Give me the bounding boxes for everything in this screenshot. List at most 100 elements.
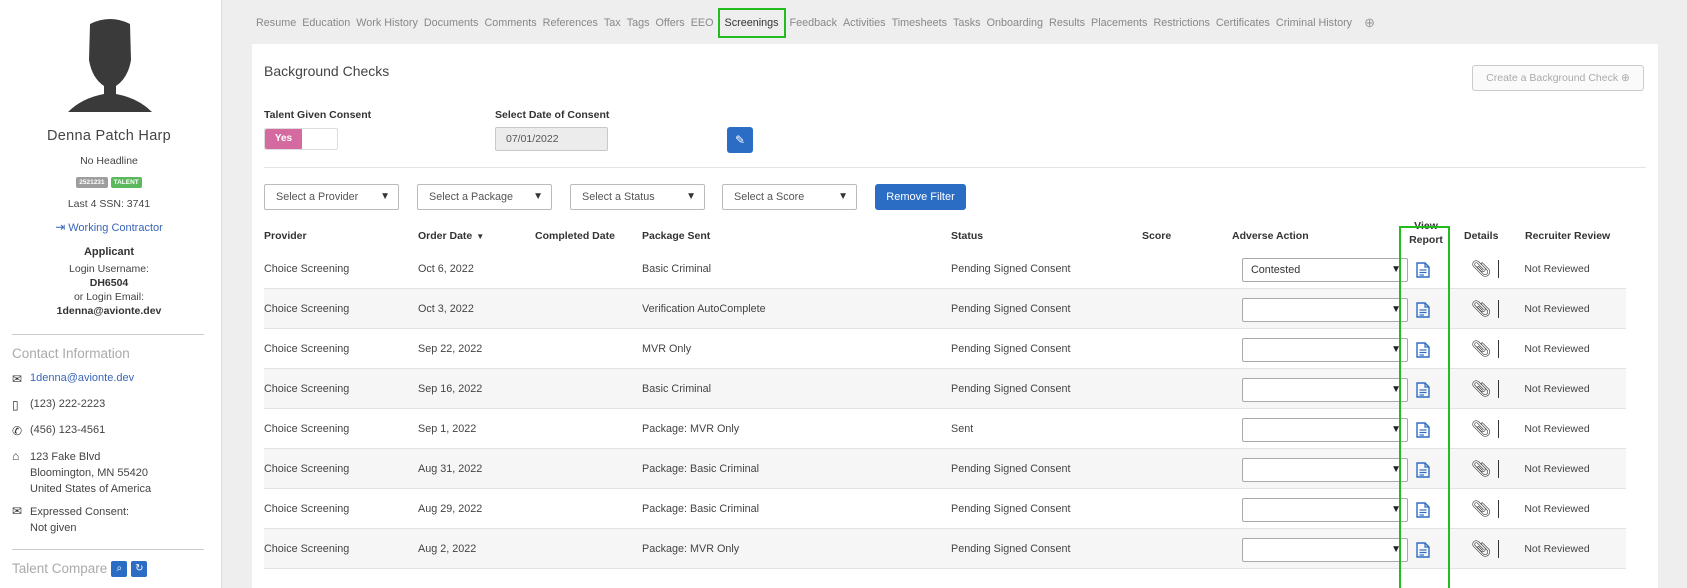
working-contractor-link[interactable]: ⇥ Working Contractor	[0, 220, 218, 234]
create-background-check-button[interactable]: Create a Background Check ⊕	[1472, 65, 1644, 91]
cell-recruiter-review: Not Reviewed	[1524, 343, 1590, 355]
cell-recruiter-review: Not Reviewed	[1524, 463, 1590, 475]
consent-date-input[interactable]: 07/01/2022	[495, 127, 608, 151]
contact-info-title: Contact Information	[12, 346, 130, 361]
tab-comments[interactable]: Comments	[484, 17, 536, 29]
paperclip-icon[interactable]: 📎︎	[1471, 299, 1491, 319]
tab-bar: Resume Education Work History Documents Comm…	[256, 8, 1375, 38]
adverse-action-select[interactable]: ▼	[1242, 498, 1408, 522]
tab-feedback[interactable]: Feedback	[790, 17, 837, 29]
chevron-down-icon: ▼	[686, 191, 696, 202]
cell-order-date: Oct 6, 2022	[418, 263, 474, 275]
paperclip-icon[interactable]: 📎︎	[1471, 419, 1491, 439]
tab-screenings[interactable]: Screenings	[717, 8, 786, 38]
adverse-action-select[interactable]: ▼	[1242, 298, 1408, 322]
tab-tasks[interactable]: Tasks	[953, 17, 981, 29]
paperclip-icon[interactable]: 📎︎	[1471, 339, 1491, 359]
paperclip-icon[interactable]: 📎︎	[1471, 499, 1491, 519]
tab-criminal-history[interactable]: Criminal History	[1276, 17, 1352, 29]
talent-compare: Talent Compare ⌕ ↻	[12, 561, 148, 578]
divider	[1498, 260, 1499, 278]
col-order-date[interactable]: Order Date ▼	[418, 230, 484, 242]
chevron-down-icon: ▼	[533, 191, 543, 202]
cell-order-date: Oct 3, 2022	[418, 303, 474, 315]
divider	[1498, 300, 1499, 318]
paperclip-icon[interactable]: 📎︎	[1471, 459, 1491, 479]
cell-package-sent: MVR Only	[642, 343, 692, 355]
divider	[1498, 500, 1499, 518]
divider	[12, 549, 204, 550]
col-recruiter-review[interactable]: Recruiter Review	[1525, 230, 1610, 242]
avatar-icon	[68, 19, 152, 112]
cell-provider: Choice Screening	[264, 263, 350, 275]
divider	[12, 334, 204, 335]
tab-results[interactable]: Results	[1049, 17, 1085, 29]
cell-status: Sent	[951, 423, 974, 435]
tab-placements[interactable]: Placements	[1091, 17, 1147, 29]
envelope-icon: ✉	[12, 372, 23, 386]
status-filter[interactable]: Select a Status ▼	[570, 184, 705, 210]
candidate-name: Denna Patch Harp	[46, 128, 172, 144]
adverse-action-select[interactable]: Contested ▼	[1242, 258, 1408, 282]
candidate-headline: No Headline	[80, 155, 138, 167]
login-email-value: 1denna@avionte.dev	[56, 305, 162, 317]
contact-phone: ✆ (456) 123-4561	[12, 424, 106, 438]
tab-offers[interactable]: Offers	[656, 17, 685, 29]
cell-recruiter-review: Not Reviewed	[1524, 423, 1590, 435]
col-score[interactable]: Score	[1142, 230, 1171, 242]
tab-resume[interactable]: Resume	[256, 17, 296, 29]
paperclip-icon[interactable]: 📎︎	[1471, 379, 1491, 399]
cell-order-date: Sep 22, 2022	[418, 343, 483, 355]
tab-documents[interactable]: Documents	[424, 17, 479, 29]
tab-work-history[interactable]: Work History	[356, 17, 418, 29]
adverse-action-select[interactable]: ▼	[1242, 538, 1408, 562]
tab-eeo[interactable]: EEO	[691, 17, 714, 29]
tab-activities[interactable]: Activities	[843, 17, 886, 29]
contact-email[interactable]: ✉ 1denna@avionte.dev	[12, 372, 134, 386]
consent-toggle[interactable]: Yes	[264, 128, 338, 150]
home-icon: ⌂	[12, 449, 20, 463]
col-package-sent[interactable]: Package Sent	[642, 230, 710, 242]
tab-onboarding[interactable]: Onboarding	[987, 17, 1043, 29]
search-button[interactable]: ⌕	[111, 561, 128, 578]
remove-filter-button[interactable]: Remove Filter	[875, 184, 966, 210]
cell-recruiter-review: Not Reviewed	[1524, 503, 1590, 515]
tab-education[interactable]: Education	[302, 17, 350, 29]
cell-status: Pending Signed Consent	[951, 383, 1071, 395]
role-label: Applicant	[83, 246, 135, 258]
tab-certificates[interactable]: Certificates	[1216, 17, 1270, 29]
refresh-button[interactable]: ↻	[131, 561, 148, 578]
consent-toggle-yes: Yes	[265, 129, 302, 149]
paperclip-icon[interactable]: 📎︎	[1471, 259, 1491, 279]
edit-button[interactable]: ✎	[727, 127, 753, 153]
score-filter[interactable]: Select a Score ▼	[722, 184, 857, 210]
cell-provider: Choice Screening	[264, 423, 350, 435]
adverse-action-select[interactable]: ▼	[1242, 418, 1408, 442]
consent-date-label: Select Date of Consent	[495, 109, 610, 121]
col-completed-date[interactable]: Completed Date	[535, 230, 615, 242]
divider	[1498, 460, 1499, 478]
col-adverse-action[interactable]: Adverse Action	[1232, 230, 1309, 242]
provider-filter[interactable]: Select a Provider ▼	[264, 184, 399, 210]
add-tab-icon[interactable]: ⊕	[1364, 15, 1375, 31]
divider	[1498, 420, 1499, 438]
adverse-action-select[interactable]: ▼	[1242, 338, 1408, 362]
cell-order-date: Sep 16, 2022	[418, 383, 483, 395]
cell-package-sent: Verification AutoComplete	[642, 303, 766, 315]
adverse-action-select[interactable]: ▼	[1242, 378, 1408, 402]
tab-references[interactable]: References	[543, 17, 598, 29]
sign-in-icon: ⇥	[55, 220, 66, 234]
package-filter[interactable]: Select a Package ▼	[417, 184, 552, 210]
consent-label: Talent Given Consent	[264, 109, 372, 121]
login-username-value: DH6504	[89, 277, 129, 289]
paperclip-icon[interactable]: 📎︎	[1471, 539, 1491, 559]
col-status[interactable]: Status	[951, 230, 983, 242]
col-provider[interactable]: Provider	[264, 230, 307, 242]
tab-tax[interactable]: Tax	[604, 17, 621, 29]
adverse-action-select[interactable]: ▼	[1242, 458, 1408, 482]
tab-timesheets[interactable]: Timesheets	[892, 17, 947, 29]
tab-restrictions[interactable]: Restrictions	[1153, 17, 1209, 29]
tab-tags[interactable]: Tags	[627, 17, 650, 29]
divider	[1498, 340, 1499, 358]
cell-package-sent: Basic Criminal	[642, 383, 711, 395]
